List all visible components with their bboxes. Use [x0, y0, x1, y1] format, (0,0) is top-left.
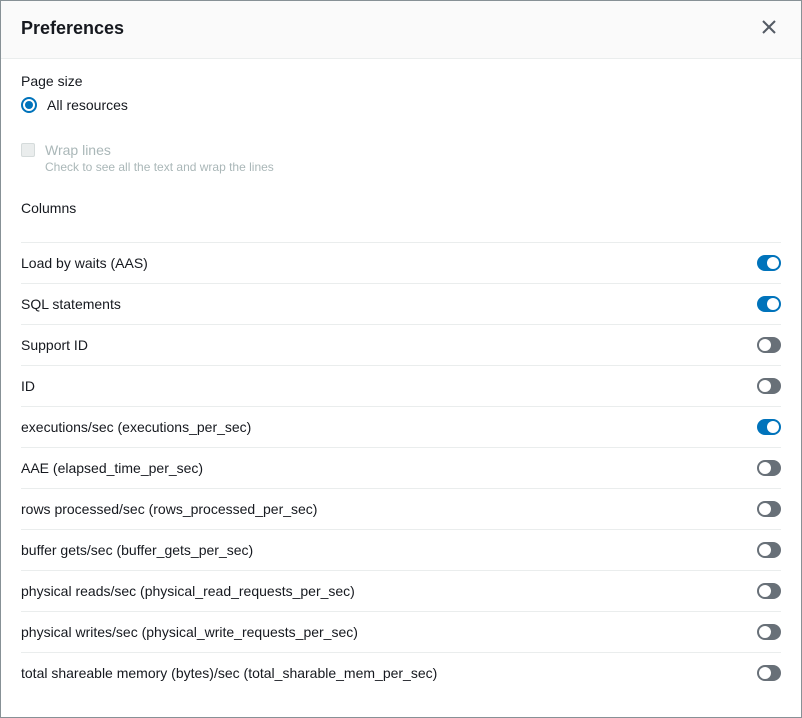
toggle-knob-icon	[759, 380, 771, 392]
column-row: buffer gets/sec (buffer_gets_per_sec)	[21, 529, 781, 570]
column-toggle[interactable]	[757, 337, 781, 353]
dialog-header: Preferences	[1, 1, 801, 59]
column-row: total shareable memory (bytes)/sec (tota…	[21, 652, 781, 693]
column-row: Load by waits (AAS)	[21, 242, 781, 283]
column-row: physical writes/sec (physical_write_requ…	[21, 611, 781, 652]
page-size-radio-all[interactable]: All resources	[21, 97, 781, 113]
toggle-knob-icon	[759, 462, 771, 474]
column-toggle[interactable]	[757, 378, 781, 394]
column-label: buffer gets/sec (buffer_gets_per_sec)	[21, 542, 253, 558]
toggle-knob-icon	[759, 585, 771, 597]
wrap-lines-description: Check to see all the text and wrap the l…	[45, 160, 274, 174]
toggle-knob-icon	[759, 339, 771, 351]
columns-label: Columns	[21, 200, 781, 242]
page-size-radio-label: All resources	[47, 97, 128, 113]
column-label: SQL statements	[21, 296, 121, 312]
toggle-knob-icon	[767, 257, 779, 269]
toggle-knob-icon	[759, 544, 771, 556]
dialog-body: Page size All resources Wrap lines Check…	[1, 59, 801, 717]
column-toggle[interactable]	[757, 501, 781, 517]
column-label: total shareable memory (bytes)/sec (tota…	[21, 665, 437, 681]
preferences-dialog: Preferences Page size All resources Wrap…	[0, 0, 802, 718]
column-toggle[interactable]	[757, 419, 781, 435]
column-label: Support ID	[21, 337, 88, 353]
column-label: executions/sec (executions_per_sec)	[21, 419, 251, 435]
close-button[interactable]	[757, 15, 781, 42]
wrap-lines-label: Wrap lines	[45, 141, 274, 159]
toggle-knob-icon	[767, 298, 779, 310]
column-label: rows processed/sec (rows_processed_per_s…	[21, 501, 317, 517]
column-label: Load by waits (AAS)	[21, 255, 148, 271]
columns-list: Load by waits (AAS) SQL statements Support…	[21, 242, 781, 693]
toggle-knob-icon	[759, 667, 771, 679]
column-label: ID	[21, 378, 35, 394]
checkbox-icon	[21, 143, 35, 157]
column-toggle[interactable]	[757, 460, 781, 476]
column-row: ID	[21, 365, 781, 406]
column-toggle[interactable]	[757, 624, 781, 640]
column-row: Support ID	[21, 324, 781, 365]
column-label: physical reads/sec (physical_read_reques…	[21, 583, 355, 599]
column-row: rows processed/sec (rows_processed_per_s…	[21, 488, 781, 529]
wrap-lines-checkbox[interactable]: Wrap lines Check to see all the text and…	[21, 141, 781, 174]
page-size-label: Page size	[21, 73, 781, 89]
column-toggle[interactable]	[757, 542, 781, 558]
toggle-knob-icon	[759, 503, 771, 515]
column-row: physical reads/sec (physical_read_reques…	[21, 570, 781, 611]
column-label: AAE (elapsed_time_per_sec)	[21, 460, 203, 476]
columns-section: Columns Load by waits (AAS) SQL statement…	[21, 200, 781, 693]
dialog-title: Preferences	[21, 18, 124, 39]
toggle-knob-icon	[759, 626, 771, 638]
column-toggle[interactable]	[757, 583, 781, 599]
column-toggle[interactable]	[757, 255, 781, 271]
close-icon	[761, 19, 777, 38]
toggle-knob-icon	[767, 421, 779, 433]
column-row: AAE (elapsed_time_per_sec)	[21, 447, 781, 488]
column-label: physical writes/sec (physical_write_requ…	[21, 624, 358, 640]
radio-icon	[21, 97, 37, 113]
column-row: SQL statements	[21, 283, 781, 324]
column-toggle[interactable]	[757, 296, 781, 312]
column-row: executions/sec (executions_per_sec)	[21, 406, 781, 447]
wrap-lines-text: Wrap lines Check to see all the text and…	[45, 141, 274, 174]
column-toggle[interactable]	[757, 665, 781, 681]
